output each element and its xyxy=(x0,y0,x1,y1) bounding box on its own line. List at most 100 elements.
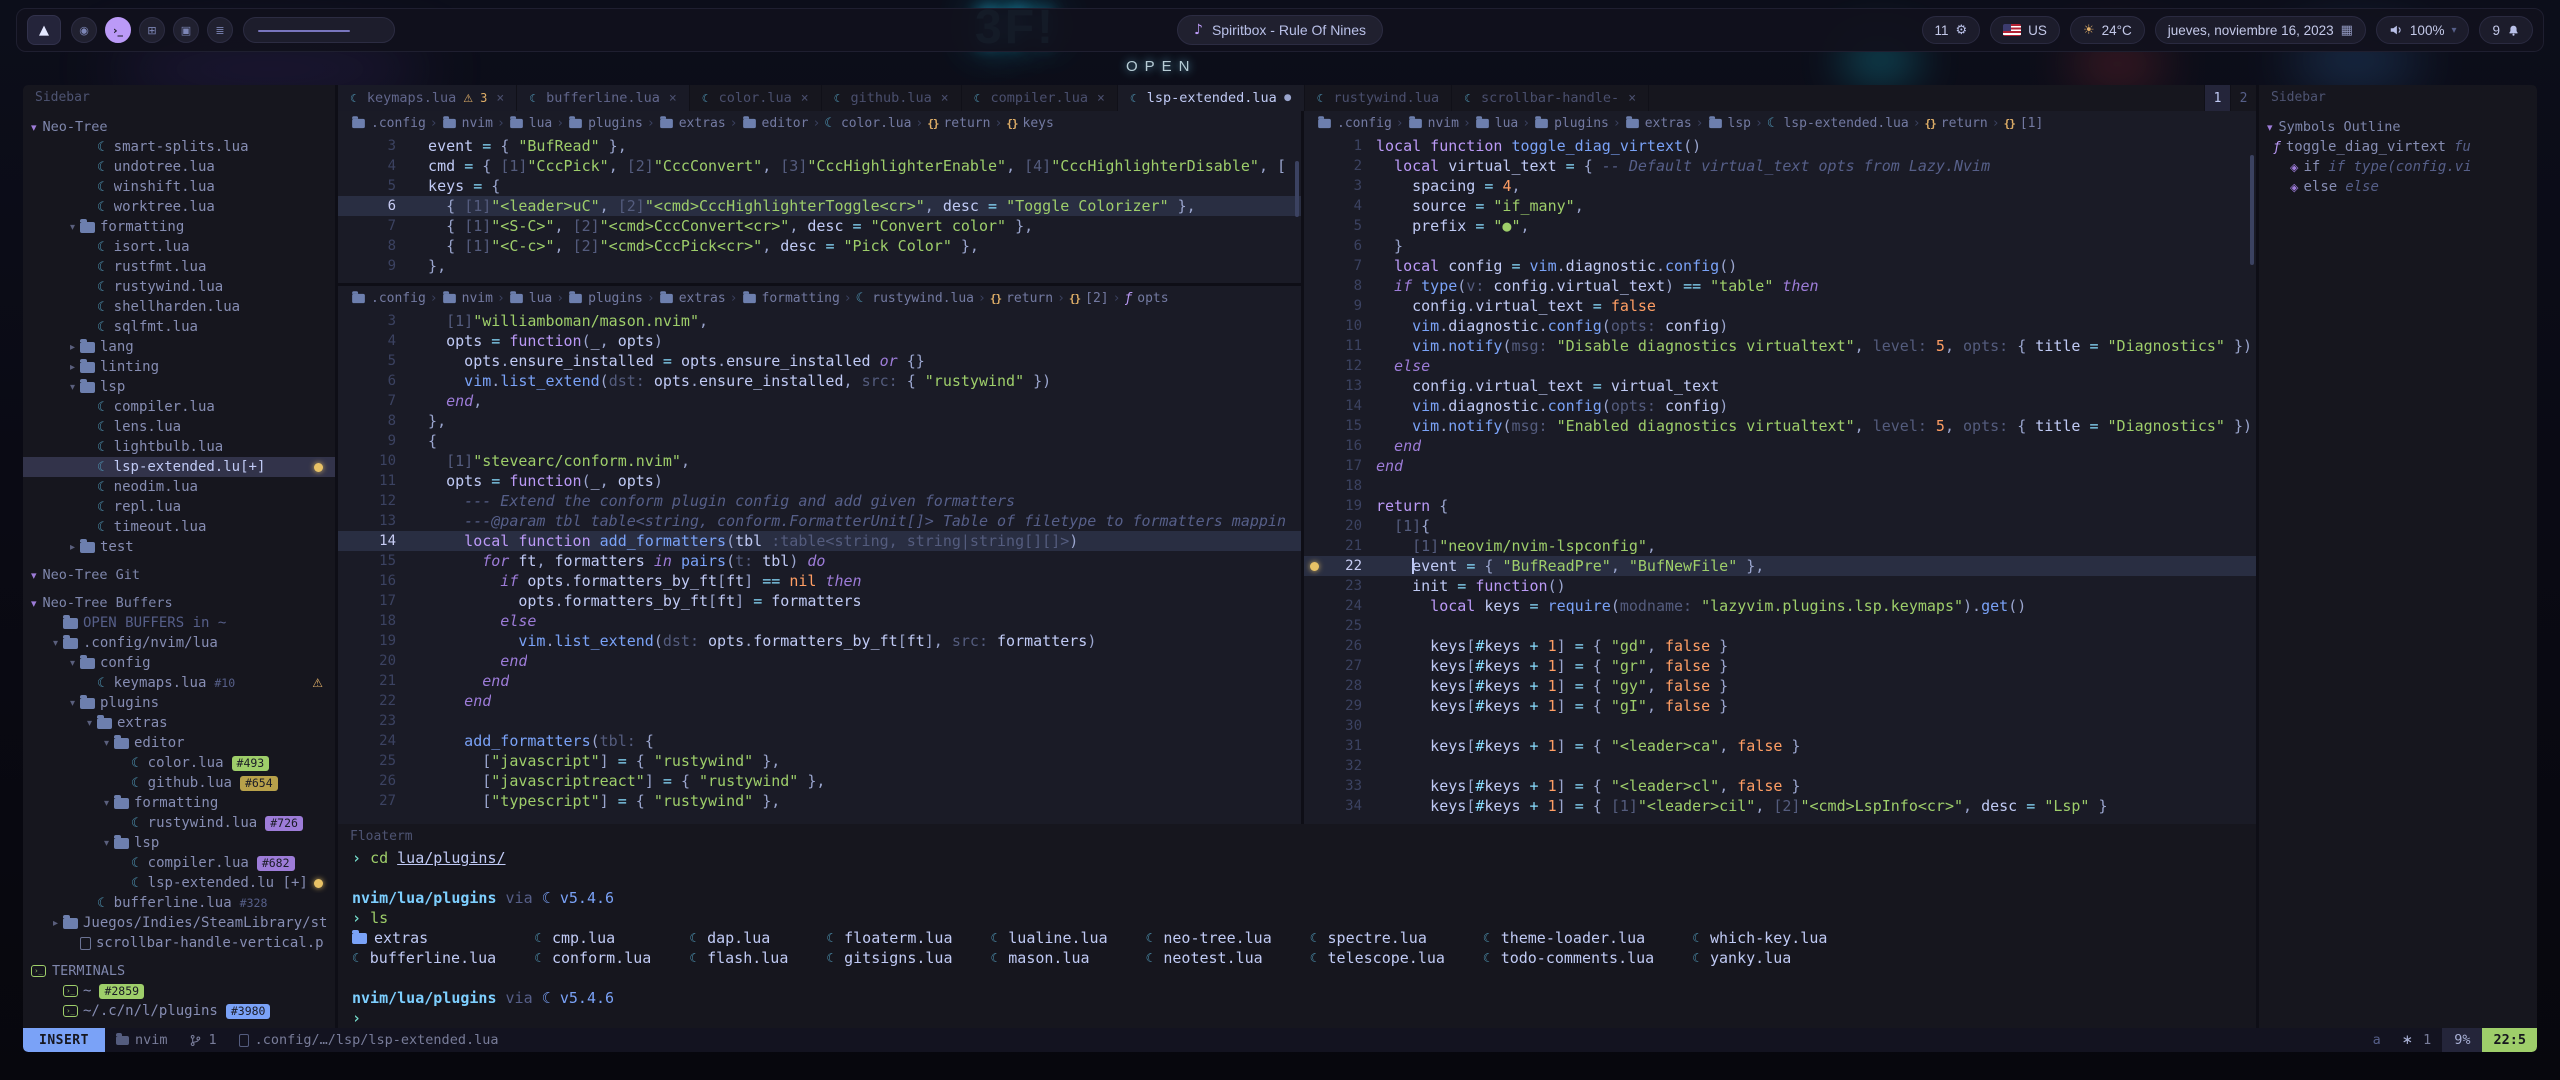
tab-github-lua[interactable]: ☾github.lua× xyxy=(822,85,962,111)
scrollbar-handle[interactable] xyxy=(1295,161,1299,217)
code-line[interactable]: 13 config.virtual_text = virtual_text xyxy=(1304,376,2256,396)
code-line[interactable]: 4 source = "if_many", xyxy=(1304,196,2256,216)
ls-entry-conform-lua[interactable]: ☾conform.lua xyxy=(534,948,651,968)
code-line[interactable]: 26 keys[#keys + 1] = { "gd", false } xyxy=(1304,636,2256,656)
code-line[interactable]: 27 keys[#keys + 1] = { "gr", false } xyxy=(1304,656,2256,676)
tree-item-bufferline-lua[interactable]: ☾bufferline.lua#328 xyxy=(23,893,335,913)
code-line[interactable]: 28 keys[#keys + 1] = { "gy", false } xyxy=(1304,676,2256,696)
code-line[interactable]: 34 keys[#keys + 1] = { [1]"<leader>cil",… xyxy=(1304,796,2256,816)
tree-item-c-n-l-plugins[interactable]: ›_~/.c/n/l/plugins#3980 xyxy=(23,1001,335,1021)
code-line[interactable]: 16 if opts.formatters_by_ft[ft] == nil t… xyxy=(338,571,1301,591)
code-line[interactable]: 33 keys[#keys + 1] = { "<leader>cl", fal… xyxy=(1304,776,2256,796)
tree-item-[interactable]: ›_~#2859 xyxy=(23,981,335,1001)
tab-scrollbar-handle[interactable]: ☾scrollbar-handle-× xyxy=(1452,85,1649,111)
ls-entry-which-key-lua[interactable]: ☾which-key.lua xyxy=(1692,928,1827,948)
code-line[interactable]: 19return { xyxy=(1304,496,2256,516)
code-line[interactable]: 9 }, xyxy=(338,256,1301,276)
close-icon[interactable]: × xyxy=(941,91,949,106)
code-line[interactable]: 21 [1]"neovim/nvim-lspconfig", xyxy=(1304,536,2256,556)
tree-item-scrollbar-handle-vertical-p[interactable]: scrollbar-handle-vertical.p xyxy=(23,933,335,953)
code-line[interactable]: 26 ["javascriptreact"] = { "rustywind" }… xyxy=(338,771,1301,791)
tree-item-extras[interactable]: ▾extras xyxy=(23,713,335,733)
tree-item-winshift-lua[interactable]: ☾winshift.lua xyxy=(23,177,335,197)
workspace-3[interactable]: ⊞ xyxy=(139,17,165,43)
code-line[interactable]: 14 local function add_formatters(tbl :ta… xyxy=(338,531,1301,551)
code-line[interactable]: 25 xyxy=(1304,616,2256,636)
tree-item-lsp-extended-lu[interactable]: ☾lsp-extended.lu [+] xyxy=(23,873,335,893)
ls-entry-lualine-lua[interactable]: ☾lualine.lua xyxy=(991,928,1108,948)
code-line[interactable]: 10 vim.diagnostic.config(opts: config) xyxy=(1304,316,2256,336)
tree-item-test[interactable]: ▸test xyxy=(23,537,335,557)
ls-entry-telescope-lua[interactable]: ☾telescope.lua xyxy=(1310,948,1445,968)
code-line[interactable]: 16 end xyxy=(1304,436,2256,456)
code-line[interactable]: 20 [1]{ xyxy=(1304,516,2256,536)
breadcrumb-item-lsp-extended-lua[interactable]: ☾lsp-extended.lua xyxy=(1767,116,1909,131)
code-line[interactable]: 11 vim.notify(msg: "Disable diagnostics … xyxy=(1304,336,2256,356)
tree-item-color-lua[interactable]: ☾color.lua#493 xyxy=(23,753,335,773)
code-line[interactable]: 27 ["typescript"] = { "rustywind" }, xyxy=(338,791,1301,811)
code-line[interactable]: 22 event = { "BufReadPre", "BufNewFile" … xyxy=(1304,556,2256,576)
code-line[interactable]: 13 ---@param tbl table<string, conform.F… xyxy=(338,511,1301,531)
tabpage-2[interactable]: 2 xyxy=(2230,85,2256,111)
breadcrumb-item-config[interactable]: .config xyxy=(351,291,426,306)
now-playing-widget[interactable]: ♪ Spiritbox - Rule Of Nines xyxy=(1177,15,1383,45)
breadcrumb-item-lua[interactable]: lua xyxy=(1475,116,1518,131)
workspace-2[interactable]: ›_ xyxy=(105,17,131,43)
close-icon[interactable]: × xyxy=(496,91,504,106)
code-line[interactable]: 20 end xyxy=(338,651,1301,671)
tree-item-compiler-lua[interactable]: ☾compiler.lua xyxy=(23,397,335,417)
code-line[interactable]: 7 end, xyxy=(338,391,1301,411)
code-line[interactable]: 24 add_formatters(tbl: { xyxy=(338,731,1301,751)
section-header-symbols-outline[interactable]: ▾Symbols Outline xyxy=(2259,117,2537,137)
tree-item-open-buffers-in[interactable]: OPEN BUFFERS in ~ xyxy=(23,613,335,633)
code-line[interactable]: 5 prefix = "●", xyxy=(1304,216,2256,236)
ls-entry-mason-lua[interactable]: ☾mason.lua xyxy=(991,948,1108,968)
ls-entry-flash-lua[interactable]: ☾flash.lua xyxy=(689,948,788,968)
ls-entry-theme-loader-lua[interactable]: ☾theme-loader.lua xyxy=(1483,928,1654,948)
tree-item-formatting[interactable]: ▾formatting xyxy=(23,217,335,237)
code-line[interactable]: 1local function toggle_diag_virtext() xyxy=(1304,136,2256,156)
code-line[interactable]: 12 else xyxy=(1304,356,2256,376)
tab-rustywind-lua[interactable]: ☾rustywind.lua xyxy=(1305,85,1453,111)
section-header-neo-tree-git[interactable]: ▾Neo-Tree Git xyxy=(23,565,335,585)
tab-lsp-extended-lua[interactable]: ☾lsp-extended.lua● xyxy=(1118,85,1305,111)
tab-color-lua[interactable]: ☾color.lua× xyxy=(690,85,822,111)
breadcrumb-item-extras[interactable]: extras xyxy=(1625,116,1692,131)
code-line[interactable]: 10 [1]"stevearc/conform.nvim", xyxy=(338,451,1301,471)
code-line[interactable]: 19 vim.list_extend(dst: opts.formatters_… xyxy=(338,631,1301,651)
code-line[interactable]: 18 xyxy=(1304,476,2256,496)
ls-entry-neo-tree-lua[interactable]: ☾neo-tree.lua xyxy=(1146,928,1272,948)
tree-item-rustywind-lua[interactable]: ☾rustywind.lua#726 xyxy=(23,813,335,833)
code-line[interactable]: 24 local keys = require(modname: "lazyvi… xyxy=(1304,596,2256,616)
code-line[interactable]: 6 { [1]"<leader>uC", [2]"<cmd>CccHighlig… xyxy=(338,196,1301,216)
tree-item-neodim-lua[interactable]: ☾neodim.lua xyxy=(23,477,335,497)
breadcrumb-item-lsp[interactable]: lsp xyxy=(1708,116,1751,131)
code-line[interactable]: 14 vim.diagnostic.config(opts: config) xyxy=(1304,396,2256,416)
breadcrumb-item-extras[interactable]: extras xyxy=(659,291,726,306)
code-line[interactable]: 31 keys[#keys + 1] = { "<leader>ca", fal… xyxy=(1304,736,2256,756)
breadcrumb-item-config[interactable]: .config xyxy=(351,116,426,131)
breadcrumb-item-return[interactable]: {}return xyxy=(990,291,1053,306)
code-line[interactable]: 5 keys = { xyxy=(338,176,1301,196)
outline-item-if[interactable]: ◈ifif type(config.vi xyxy=(2259,157,2537,177)
breadcrumb-item-1[interactable]: {}[1] xyxy=(2004,116,2044,131)
keyboard-layout-pill[interactable]: US xyxy=(1990,16,2060,44)
tabpage-1[interactable]: 1 xyxy=(2204,85,2230,111)
code-line[interactable]: 9 config.virtual_text = false xyxy=(1304,296,2256,316)
workspace-1[interactable]: ◉ xyxy=(71,17,97,43)
scrollbar-handle[interactable] xyxy=(2250,155,2254,265)
code-line[interactable]: 3 [1]"williamboman/mason.nvim", xyxy=(338,311,1301,331)
code-line[interactable]: 7 { [1]"<S-C>", [2]"<cmd>CccConvert<cr>"… xyxy=(338,216,1301,236)
tree-item-shellharden-lua[interactable]: ☾shellharden.lua xyxy=(23,297,335,317)
ls-entry-spectre-lua[interactable]: ☾spectre.lua xyxy=(1310,928,1445,948)
code-line[interactable]: 7 local config = vim.diagnostic.config() xyxy=(1304,256,2256,276)
ls-entry-floaterm-lua[interactable]: ☾floaterm.lua xyxy=(826,928,952,948)
outline-item-else[interactable]: ◈elseelse xyxy=(2259,177,2537,197)
code-line[interactable]: 30 xyxy=(1304,716,2256,736)
tree-item-sqlfmt-lua[interactable]: ☾sqlfmt.lua xyxy=(23,317,335,337)
ls-entry-extras[interactable]: extras xyxy=(352,928,496,948)
code-line[interactable]: 22 end xyxy=(338,691,1301,711)
breadcrumb-item-nvim[interactable]: nvim xyxy=(442,291,493,306)
breadcrumb-item-keys[interactable]: {}keys xyxy=(1006,116,1054,131)
ls-entry-cmp-lua[interactable]: ☾cmp.lua xyxy=(534,928,651,948)
